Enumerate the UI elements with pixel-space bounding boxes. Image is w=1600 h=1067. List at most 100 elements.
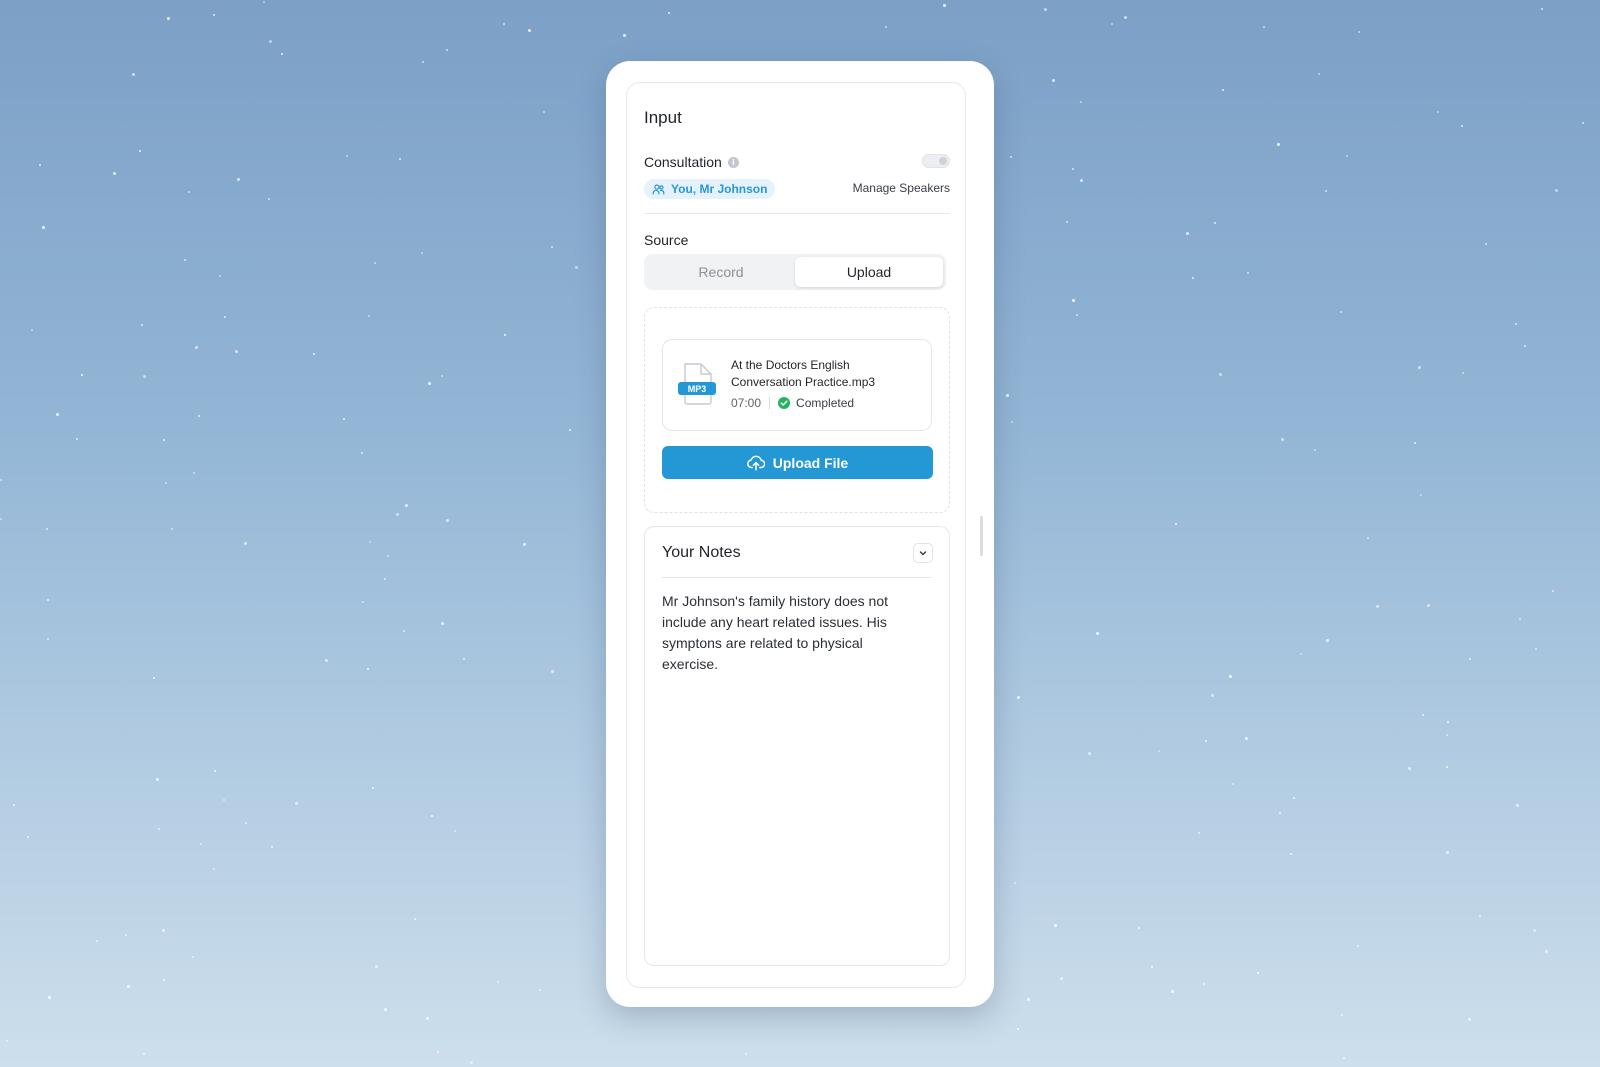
star-dot — [1299, 652, 1302, 655]
star-dot — [453, 830, 456, 833]
file-meta: 07:00 Completed — [731, 396, 854, 410]
star-dot — [163, 979, 166, 982]
star-dot — [42, 225, 46, 229]
file-name: At the Doctors English Conversation Prac… — [731, 358, 876, 389]
star-dot — [383, 1008, 387, 1012]
speakers-chip[interactable]: You, Mr Johnson — [644, 179, 776, 199]
star-dot — [1006, 393, 1010, 397]
star-dot — [542, 111, 545, 114]
star-dot — [1292, 797, 1295, 800]
star-dot — [427, 382, 431, 386]
upload-dropzone[interactable]: MP3 At the Doctors English Conversation … — [644, 307, 950, 513]
star-dot — [162, 438, 165, 441]
star-dot — [1222, 88, 1225, 91]
star-dot — [1408, 767, 1412, 771]
star-dot — [1213, 221, 1216, 224]
star-dot — [622, 33, 626, 37]
star-dot — [1479, 914, 1482, 917]
star-dot — [1318, 72, 1321, 75]
status-label: Completed — [796, 396, 855, 410]
star-dot — [497, 980, 500, 983]
star-dot — [236, 177, 240, 181]
uploaded-file-card[interactable]: MP3 At the Doctors English Conversation … — [662, 339, 932, 431]
star-dot — [1016, 1028, 1019, 1031]
consultation-label: Consultation — [644, 154, 722, 170]
consultation-toggle[interactable] — [922, 154, 950, 168]
star-dot — [1009, 155, 1012, 158]
star-dot — [1276, 142, 1280, 146]
manage-speakers-link[interactable]: Manage Speakers — [853, 181, 950, 195]
star-dot — [56, 413, 60, 417]
star-dot — [1111, 22, 1114, 25]
star-dot — [132, 72, 136, 76]
star-dot — [1413, 441, 1416, 444]
star-dot — [404, 503, 408, 507]
star-dot — [222, 799, 225, 802]
star-dot — [219, 274, 222, 277]
star-dot — [152, 677, 155, 680]
star-dot — [76, 438, 79, 441]
scrollbar-thumb[interactable] — [980, 516, 983, 556]
star-dot — [1016, 696, 1020, 700]
notes-divider — [662, 577, 932, 578]
star-dot — [199, 843, 202, 846]
star-dot — [1446, 851, 1450, 855]
star-dot — [213, 13, 216, 16]
star-dot — [1427, 604, 1431, 608]
star-dot — [360, 452, 363, 455]
star-dot — [1446, 720, 1449, 723]
star-dot — [1555, 188, 1559, 192]
star-dot — [431, 814, 434, 817]
notes-collapse-button[interactable] — [913, 543, 933, 563]
tab-record[interactable]: Record — [647, 257, 795, 287]
star-dot — [312, 352, 315, 355]
star-dot — [1280, 438, 1284, 442]
star-dot — [446, 49, 449, 52]
star-dot — [1468, 658, 1471, 661]
star-dot — [1314, 448, 1317, 451]
star-dot — [398, 158, 401, 161]
star-dot — [262, 0, 265, 3]
star-dot — [1157, 750, 1160, 753]
star-dot — [1582, 121, 1585, 124]
star-dot — [187, 190, 190, 193]
star-dot — [384, 577, 387, 580]
star-dot — [1026, 998, 1030, 1002]
star-dot — [367, 314, 370, 317]
star-dot — [294, 802, 298, 806]
tab-upload[interactable]: Upload — [795, 257, 943, 287]
source-label: Source — [644, 232, 689, 248]
star-dot — [269, 39, 273, 43]
consultation-label-row: Consultation i — [644, 154, 739, 170]
star-dot — [1263, 26, 1266, 29]
toggle-knob — [939, 157, 947, 165]
star-dot — [1151, 965, 1154, 968]
info-icon[interactable]: i — [727, 156, 739, 168]
star-dot — [1343, 1057, 1346, 1060]
star-dot — [345, 154, 348, 157]
notes-textarea[interactable]: Mr Johnson's family history does not inc… — [662, 591, 922, 675]
upload-file-button[interactable]: Upload File — [662, 446, 933, 479]
star-dot — [1421, 714, 1424, 717]
star-dot — [95, 939, 98, 942]
star-dot — [1419, 494, 1422, 497]
star-dot — [0, 478, 3, 481]
star-dot — [343, 418, 346, 421]
star-dot — [527, 29, 531, 33]
star-dot — [436, 1050, 439, 1053]
star-dot — [1075, 314, 1078, 317]
notes-title: Your Notes — [662, 544, 741, 561]
star-dot — [140, 324, 143, 327]
star-dot — [125, 934, 128, 937]
star-dot — [1341, 1013, 1344, 1016]
star-dot — [158, 828, 161, 831]
star-dot — [161, 928, 165, 932]
star-dot — [1124, 15, 1128, 19]
star-dot — [1072, 298, 1076, 302]
star-dot — [1545, 949, 1549, 953]
star-dot — [1171, 990, 1175, 994]
star-dot — [1461, 372, 1464, 375]
star-dot — [1044, 8, 1048, 12]
star-dot — [539, 988, 542, 991]
source-segmented-control: Record Upload — [644, 254, 946, 290]
